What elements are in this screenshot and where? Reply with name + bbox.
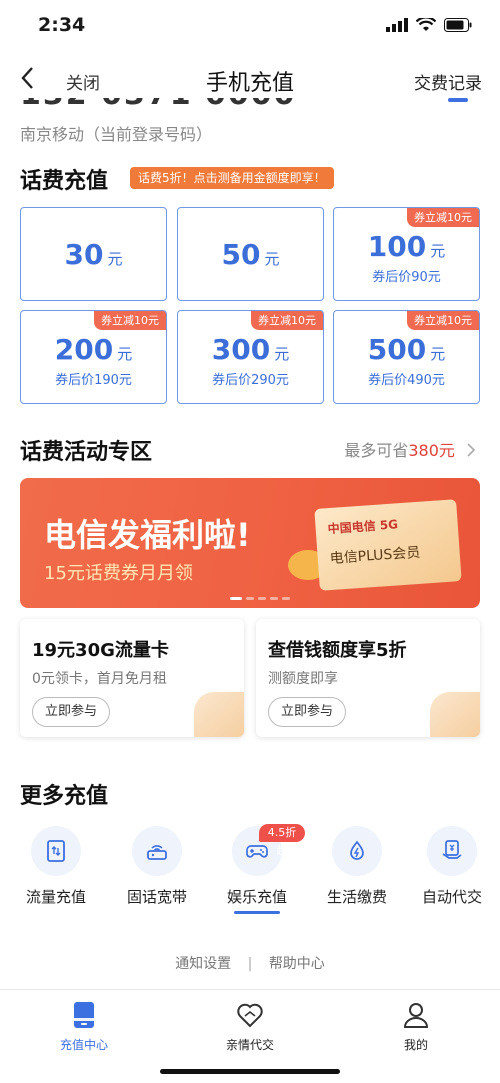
tab-label: 我的 [403,1038,428,1052]
banner-title: 电信发福利啦! [44,516,251,554]
wifi-icon [416,18,436,31]
after-coupon-price: 券后价290元 [212,373,289,388]
denomination-unit: 元 [107,250,123,268]
denomination-unit: 元 [430,242,446,260]
max-savings-amount: 380元 [408,441,455,460]
coupon-tag: 券立减10元 [407,311,479,330]
chevron-right-icon [467,443,476,457]
coupon-tag: 券立减10元 [251,311,323,330]
denomination-option[interactable]: 券立减10元 200 元 券后价190元 [20,310,167,404]
coupon-tag: 券立减10元 [407,208,479,227]
status-bar: 2:34 [0,0,500,54]
denomination-unit: 元 [264,250,280,268]
help-center-link[interactable]: 帮助中心 [269,956,325,972]
status-indicators [386,18,472,32]
promo-banner[interactable]: 电信发福利啦! 15元话费券月月领 中国电信 5G 电信PLUS会员 [20,478,480,608]
denomination-option[interactable]: 券立减10元 100 元 券后价90元 [333,207,480,301]
more-item-data[interactable]: 流量充值 [8,826,104,907]
router-icon [132,826,182,876]
tab-mine[interactable]: 我的 [366,1000,466,1053]
tab-label: 亲情代交 [225,1038,274,1052]
data-recharge-icon [31,826,81,876]
recharge-center-icon [69,1000,99,1030]
banner-subtitle: 15元话费券月月领 [44,563,193,584]
activity-section-title: 话费活动专区 [20,440,153,465]
footer-separator: | [247,956,253,972]
more-section-title: 更多充值 [20,784,109,809]
phone-number-area[interactable]: 132 0371 0000 [20,98,320,110]
status-time: 2:34 [38,14,86,36]
activity-card[interactable]: 查借钱额度享5折 测额度即享 立即参与 [256,619,480,737]
tab-label: 充值中心 [59,1038,108,1052]
after-coupon-price: 券后价490元 [368,373,445,388]
denomination-amount: 300 [211,333,271,366]
activity-card-title: 查借钱额度享5折 [268,640,407,661]
more-item-auto-pay[interactable]: 自动代交 [404,826,500,907]
selected-indicator [234,911,280,914]
denomination-amount: 500 [367,333,427,366]
more-item-entertainment[interactable]: 4.5折起 娱乐充值 [209,824,305,907]
recharge-section-title: 话费充值 [20,169,109,194]
payment-records-link[interactable]: 交费记录 [414,69,482,94]
after-coupon-price: 券后价90元 [372,270,441,285]
denomination-unit: 元 [430,345,446,363]
carrier-label: 南京移动（当前登录号码） [20,125,213,144]
join-button[interactable]: 立即参与 [32,697,111,727]
activity-card-desc: 0元领卡，首月免月租 [32,671,167,687]
coupon-tag: 券立减10元 [94,311,166,330]
money-bag-icon [194,692,244,737]
max-savings-link[interactable]: 最多可省380元 [344,437,476,461]
denomination-unit: 元 [274,345,290,363]
phone-number: 132 0371 0000 [20,98,320,110]
battery-icon [444,18,472,32]
promo-tag[interactable]: 话费5折！点击测备用金额度即享！ [130,167,334,189]
signal-icon [386,18,408,32]
after-coupon-price: 券后价190元 [55,373,132,388]
more-item-utility[interactable]: 生活缴费 [309,826,405,907]
contacts-indicator [448,98,468,102]
carousel-dots [230,597,290,600]
denomination-option[interactable]: 30 元 [20,207,167,301]
activity-card-desc: 测额度即享 [268,671,338,687]
more-item-label: 生活缴费 [326,888,387,906]
auto-pay-icon [427,826,477,876]
home-indicator [160,1069,340,1074]
utility-icon [332,826,382,876]
more-item-broadband[interactable]: 固话宽带 [109,826,205,907]
tab-family-pay[interactable]: 亲情代交 [200,1000,300,1053]
more-item-label: 自动代交 [421,888,482,906]
more-item-label: 娱乐充值 [226,888,287,906]
tab-recharge-center[interactable]: 充值中心 [34,1000,134,1053]
footer-links: 通知设置 | 帮助中心 [0,953,500,973]
denomination-unit: 元 [117,345,133,363]
activity-card-title: 19元30G流量卡 [32,640,169,661]
notification-settings-link[interactable]: 通知设置 [175,956,231,972]
plus-member-card: 中国电信 5G 电信PLUS会员 [314,499,462,591]
activity-card[interactable]: 19元30G流量卡 0元领卡，首月免月租 立即参与 [20,619,244,737]
denomination-amount: 200 [54,333,114,366]
denomination-option[interactable]: 50 元 [177,207,324,301]
user-icon [401,1000,431,1030]
max-savings-prefix: 最多可省 [344,441,409,460]
denomination-amount: 30 [64,238,104,271]
tab-bar: 充值中心 亲情代交 我的 [0,989,500,1083]
wallet-icon [430,692,480,737]
discount-badge: 4.5折起 [259,824,305,857]
join-button[interactable]: 立即参与 [268,697,347,727]
more-item-label: 流量充值 [25,888,86,906]
plus-member-label: 电信PLUS会员 [329,544,421,568]
more-item-label: 固话宽带 [126,888,187,906]
denomination-option[interactable]: 券立减10元 500 元 券后价490元 [333,310,480,404]
denomination-amount: 100 [367,230,427,263]
denomination-option[interactable]: 券立减10元 300 元 券后价290元 [177,310,324,404]
denomination-amount: 50 [221,238,261,271]
telecom-logo-text: 中国电信 5G [327,517,399,537]
heart-icon [235,1000,265,1030]
